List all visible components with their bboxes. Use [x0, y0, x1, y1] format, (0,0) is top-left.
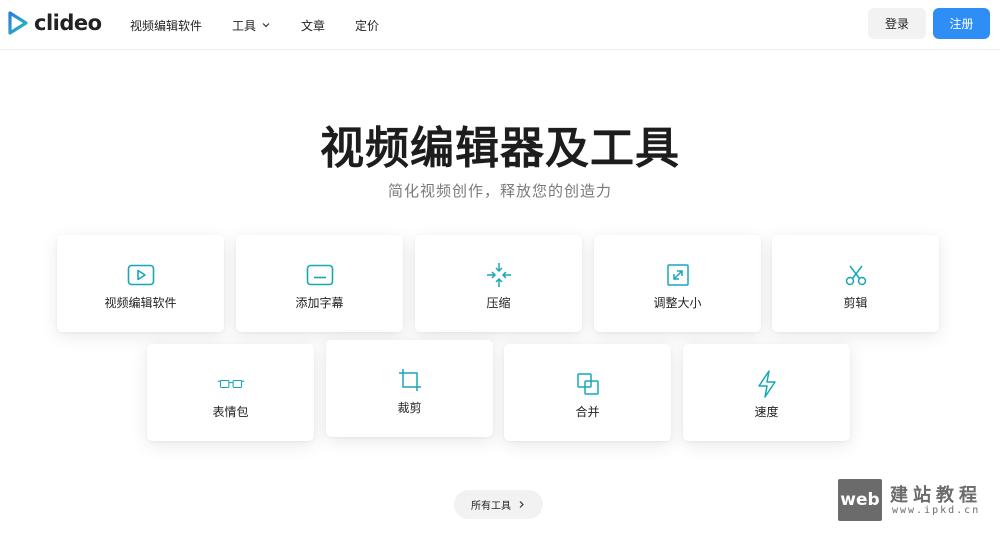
scissors-icon [842, 263, 870, 287]
subtitles-icon [306, 263, 334, 287]
tool-label: 调整大小 [653, 296, 702, 310]
tool-label: 合并 [575, 405, 600, 419]
tool-card-cut[interactable]: 剪辑 [772, 235, 939, 332]
video-player-icon [127, 263, 155, 287]
watermark-logo: web [838, 479, 882, 521]
nav-video-editor[interactable]: 视频编辑软件 [130, 17, 202, 34]
signup-button[interactable]: 注册 [933, 8, 990, 39]
tool-card-meme[interactable]: 表情包 [147, 344, 314, 441]
tool-label: 裁剪 [397, 401, 422, 415]
clideo-logo[interactable]: clideo [8, 11, 102, 35]
tool-label: 添加字幕 [295, 296, 344, 310]
glasses-icon [217, 372, 245, 396]
nav-pricing[interactable]: 定价 [355, 17, 379, 34]
tool-label: 速度 [754, 405, 779, 419]
nav-label: 定价 [355, 18, 380, 33]
watermark-url: www.ipkd.cn [892, 505, 981, 516]
logo-text: clideo [34, 11, 102, 35]
tool-label: 剪辑 [843, 296, 868, 310]
page-subtitle: 简化视频创作，释放您的创造力 [387, 182, 612, 200]
nav-articles[interactable]: 文章 [301, 17, 325, 34]
watermark: web 建站教程 www.ipkd.cn [838, 479, 988, 523]
tool-label: 表情包 [212, 405, 249, 419]
all-tools-label: 所有工具 [471, 501, 511, 512]
resize-icon [664, 263, 692, 287]
merge-icon [574, 372, 602, 396]
main-nav: 视频编辑软件 工具 文章 定价 [130, 0, 409, 50]
page-title: 视频编辑器及工具 [320, 123, 680, 174]
lightning-icon [753, 370, 781, 398]
chevron-down-icon [262, 23, 270, 28]
compress-icon [485, 263, 513, 287]
watermark-text: 建站教程 [890, 485, 982, 506]
nav-label: 文章 [301, 18, 326, 33]
tool-label: 视频编辑软件 [104, 296, 177, 310]
logo-play-icon [8, 11, 28, 35]
tool-label: 压缩 [486, 296, 511, 310]
all-tools-button[interactable]: 所有工具 [454, 490, 543, 519]
tool-card-video-editor[interactable]: 视频编辑软件 [57, 235, 224, 332]
tool-card-resize[interactable]: 调整大小 [594, 235, 761, 332]
chevron-right-icon [519, 501, 524, 508]
tool-card-merge[interactable]: 合并 [504, 344, 671, 441]
login-button[interactable]: 登录 [868, 8, 926, 39]
tool-card-subtitles[interactable]: 添加字幕 [236, 235, 403, 332]
top-header: clideo 视频编辑软件 工具 文章 定价 登录 注册 [0, 0, 1000, 50]
tool-card-speed[interactable]: 速度 [683, 344, 850, 441]
nav-label: 工具 [232, 18, 257, 33]
nav-label: 视频编辑软件 [130, 18, 203, 33]
crop-icon [396, 368, 424, 392]
tool-card-crop[interactable]: 裁剪 [326, 340, 493, 437]
tool-card-compress[interactable]: 压缩 [415, 235, 582, 332]
nav-tools[interactable]: 工具 [232, 17, 271, 34]
